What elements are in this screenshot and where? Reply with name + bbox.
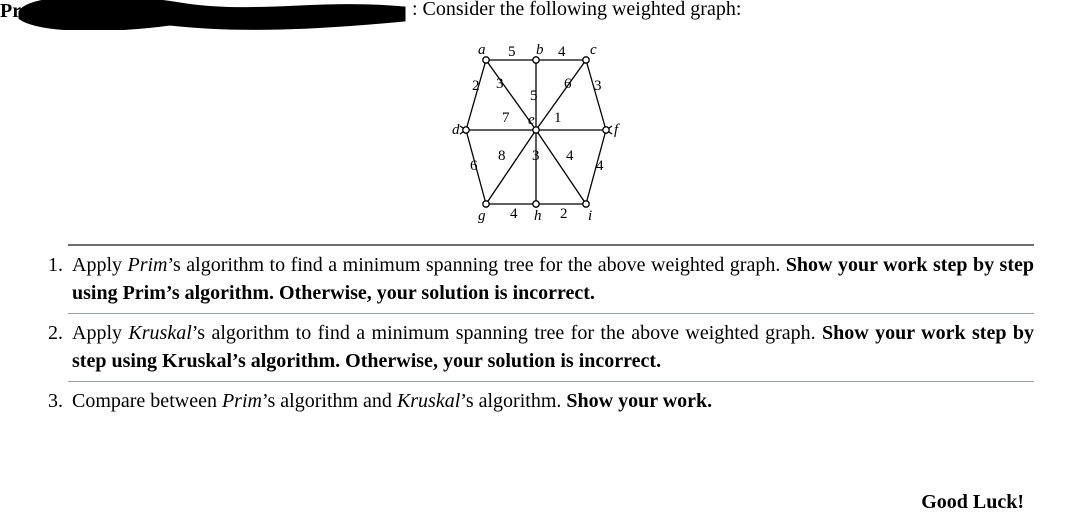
- svg-text:3: 3: [496, 76, 504, 92]
- text: ’s algorithm and: [262, 390, 397, 412]
- svg-text:7: 7: [502, 110, 510, 126]
- svg-text:5: 5: [508, 44, 516, 60]
- weighted-graph-figure: a b c d e f g h i 5 4 2 3 6 4 4 2 3 5 6 …: [436, 40, 636, 234]
- algo-name: Prim: [127, 254, 167, 276]
- text: Apply: [72, 254, 127, 276]
- good-luck-text: Good Luck!: [921, 491, 1024, 514]
- text: ’s algorithm to find a minimum spanning …: [167, 254, 785, 276]
- algo-name: Kruskal: [128, 322, 191, 344]
- text: ’s algorithm.: [460, 390, 566, 412]
- svg-text:3: 3: [532, 148, 540, 164]
- svg-text:f: f: [614, 122, 620, 138]
- redaction-mark: Pr: [0, 0, 410, 36]
- svg-text:8: 8: [498, 148, 506, 164]
- question-2: Apply Kruskal’s algorithm to find a mini…: [68, 313, 1034, 381]
- svg-text:i: i: [588, 208, 592, 224]
- text: ’s algorithm to find a minimum spanning …: [192, 322, 822, 344]
- svg-text:6: 6: [564, 76, 572, 92]
- svg-text:4: 4: [558, 44, 566, 60]
- question-list: Apply Prim’s algorithm to find a minimum…: [0, 244, 1072, 422]
- svg-text:2: 2: [560, 206, 568, 222]
- visible-pr-text: Pr: [0, 0, 21, 22]
- intro-text: : Consider the following weighted graph:: [412, 0, 741, 21]
- svg-text:4: 4: [510, 206, 518, 222]
- svg-text:4: 4: [566, 148, 574, 164]
- svg-text:6: 6: [470, 158, 478, 174]
- bold-instruction: Show your work.: [566, 390, 712, 412]
- svg-text:1: 1: [554, 110, 562, 126]
- question-3: Compare between Prim’s algorithm and Kru…: [68, 381, 1034, 422]
- question-1: Apply Prim’s algorithm to find a minimum…: [68, 244, 1034, 313]
- svg-text:c: c: [590, 42, 597, 58]
- text: Compare between: [72, 390, 222, 412]
- svg-text:5: 5: [530, 88, 538, 104]
- algo-name: Prim: [222, 390, 262, 412]
- svg-text:4: 4: [596, 158, 604, 174]
- algo-name-2: Kruskal: [397, 390, 460, 412]
- svg-text:b: b: [536, 42, 544, 58]
- svg-text:3: 3: [594, 78, 602, 94]
- header-row: Pr : Consider the following weighted gra…: [0, 0, 1072, 32]
- svg-text:e: e: [528, 112, 535, 128]
- svg-text:2: 2: [472, 78, 480, 94]
- scribble-icon: [20, 0, 404, 29]
- svg-text:h: h: [534, 208, 542, 224]
- text: Apply: [72, 322, 128, 344]
- svg-text:d: d: [452, 122, 460, 138]
- svg-text:g: g: [478, 208, 486, 224]
- svg-text:a: a: [478, 42, 486, 58]
